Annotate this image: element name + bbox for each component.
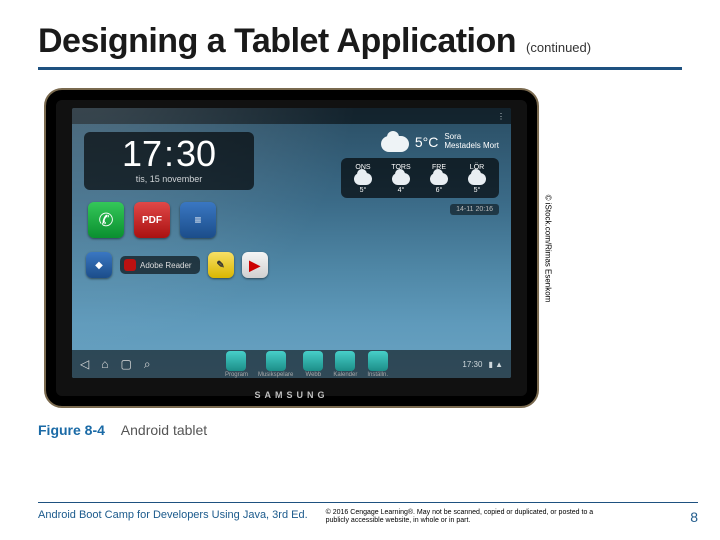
app-icon [335, 351, 355, 371]
fday-temp: 5° [474, 187, 481, 194]
fday-temp: 4° [398, 187, 405, 194]
home-icon: ⌂ [101, 357, 108, 372]
figure-text: Android tablet [121, 422, 207, 438]
title-rule [38, 67, 682, 70]
back-icon: ◁ [80, 357, 89, 372]
notification-bar: ⋮ [72, 108, 511, 124]
dock-apps: Program Musikspelare Webb Kalender Instä… [225, 351, 388, 378]
dock-app-label: Kalender [333, 372, 357, 378]
page-title: Designing a Tablet Application [38, 22, 516, 61]
figure: ⋮ 17 : 30 tis, 15 november [44, 88, 539, 408]
cloud-icon [392, 173, 410, 185]
cloud-icon [468, 173, 486, 185]
status-time: 17:30 [462, 360, 482, 369]
weather-location: Sora Mestadels Mort [444, 133, 499, 151]
clock-widget: 17 : 30 tis, 15 november [84, 132, 254, 190]
tablet-screen: ⋮ 17 : 30 tis, 15 november [72, 108, 511, 378]
clock-minute: 30 [176, 136, 216, 172]
cloud-icon [430, 173, 448, 185]
forecast-widget: ONS5° TORS4° FRE6° LÖR5° [341, 158, 499, 198]
tablet-device: ⋮ 17 : 30 tis, 15 november [44, 88, 539, 408]
app-row-2: ◆ Adobe Reader ✎ ▶ [84, 252, 268, 278]
youtube-icon: ▶ [242, 252, 268, 278]
app-icon [303, 351, 323, 371]
adobe-reader-pill: Adobe Reader [120, 256, 200, 274]
screenshot-icon: ⌕ [144, 357, 151, 372]
clock-sep: : [164, 136, 174, 172]
topbar-right: ⋮ [497, 112, 505, 121]
dock-app-label: Webb [306, 372, 322, 378]
forecast-day: ONS5° [349, 164, 377, 194]
footer: Android Boot Camp for Developers Using J… [38, 502, 698, 527]
app-icon [226, 351, 246, 371]
recent-icon: ▢ [120, 357, 131, 372]
reader-icon: ≡ [180, 202, 216, 238]
footer-rule [38, 502, 698, 503]
notes-icon: ✎ [208, 252, 234, 278]
dock-app-label: Inställn. [367, 372, 388, 378]
cloud-icon [381, 132, 409, 152]
dock-nav: ◁ ⌂ ▢ ⌕ [80, 357, 151, 372]
title-row: Designing a Tablet Application (continue… [38, 22, 682, 61]
figure-caption: Figure 8-4 Android tablet [38, 422, 682, 438]
dock-status: 17:30 ▮ ▲ [462, 360, 503, 369]
page-number: 8 [690, 509, 698, 525]
system-dock: ◁ ⌂ ▢ ⌕ Program Musikspelare Webb Kalend… [72, 350, 511, 378]
dock-app: Inställn. [367, 351, 388, 378]
dock-app-label: Program [225, 372, 248, 378]
dock-app: Program [225, 351, 248, 378]
fday-temp: 5° [360, 187, 367, 194]
pdf-icon: PDF [134, 202, 170, 238]
dock-app: Webb [303, 351, 323, 378]
figure-label: Figure 8-4 [38, 422, 105, 438]
fday-temp: 6° [436, 187, 443, 194]
forecast-day: FRE6° [425, 164, 453, 194]
cloud-icon [354, 173, 372, 185]
weather-cond: Mestadels Mort [444, 142, 499, 151]
footer-row: Android Boot Camp for Developers Using J… [38, 509, 698, 527]
weather-header: 5°C Sora Mestadels Mort [381, 132, 499, 152]
device-brand: SAMSUNG [254, 390, 328, 400]
clock-time: 17 : 30 [96, 136, 242, 172]
image-credit: © iStock.com/Rimas Esenkom [542, 118, 554, 378]
weather-temp: 5°C [415, 134, 439, 150]
continued-label: (continued) [526, 40, 591, 55]
forecast-day: LÖR5° [463, 164, 491, 194]
weather-timestamp: 14-11 20:16 [450, 204, 499, 215]
app-icon [368, 351, 388, 371]
home-left-column: 17 : 30 tis, 15 november ✆ PDF ≡ [84, 132, 268, 348]
dock-app-label: Musikspelare [258, 372, 293, 378]
clock-hour: 17 [122, 136, 162, 172]
app-icon [266, 351, 286, 371]
app-mini-icon: ◆ [86, 252, 112, 278]
home-screen: 17 : 30 tis, 15 november ✆ PDF ≡ [84, 132, 499, 348]
credit-text: © iStock.com/Rimas Esenkom [544, 194, 553, 302]
dock-app: Musikspelare [258, 351, 293, 378]
pill-label: Adobe Reader [140, 261, 192, 270]
forecast-day: TORS4° [387, 164, 415, 194]
app-row-1: ✆ PDF ≡ [84, 202, 268, 238]
copyright: © 2016 Cengage Learning®. May not be sca… [326, 509, 596, 527]
slide: Designing a Tablet Application (continue… [0, 0, 720, 540]
book-title: Android Boot Camp for Developers Using J… [38, 509, 308, 521]
home-right-column: 5°C Sora Mestadels Mort ONS5° TORS4° FRE… [341, 132, 499, 348]
phone-icon: ✆ [88, 202, 124, 238]
adobe-icon [124, 259, 136, 271]
dock-app: Kalender [333, 351, 357, 378]
status-icons: ▮ ▲ [488, 360, 503, 369]
clock-date: tis, 15 november [96, 174, 242, 184]
